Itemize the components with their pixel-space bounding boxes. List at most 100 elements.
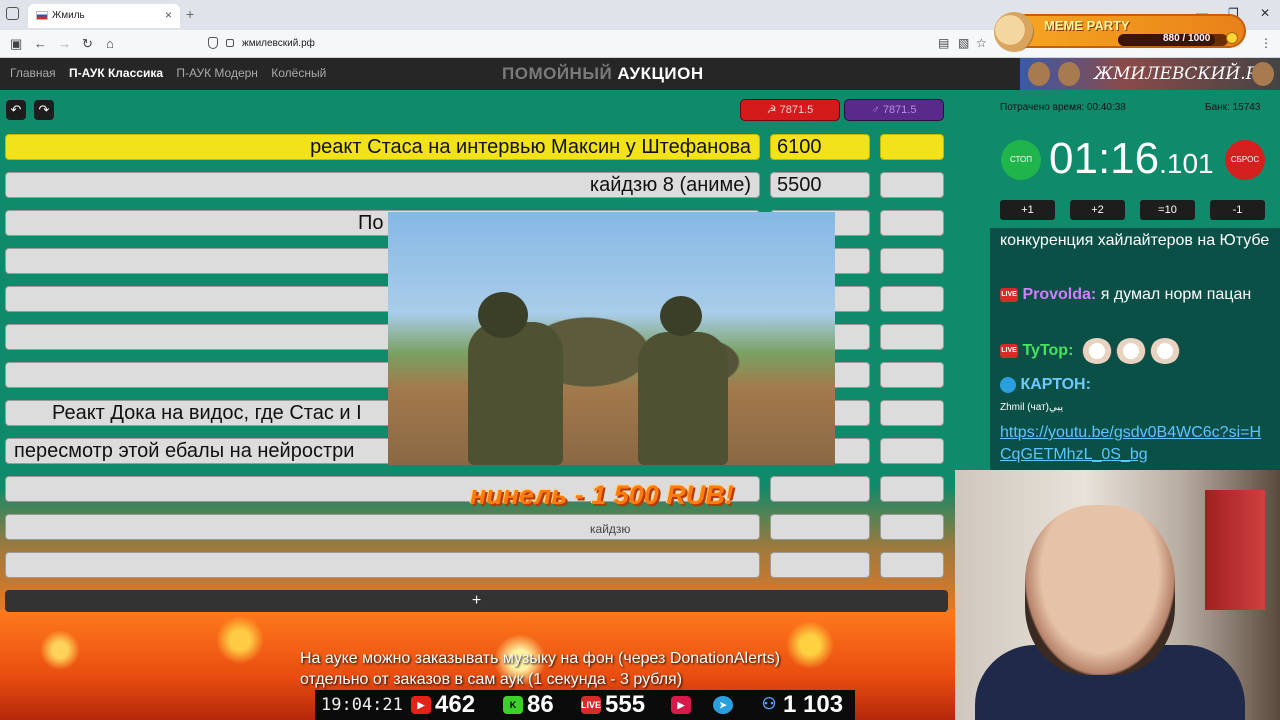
live-badge-icon: LIVE: [1000, 287, 1018, 302]
lot-title[interactable]: [5, 552, 760, 578]
redo-button[interactable]: ↷: [34, 100, 54, 120]
undo-button[interactable]: ↶: [6, 100, 26, 120]
nav-classic[interactable]: П-АУК Классика: [69, 66, 163, 80]
site-title-part2: АУКЦИОН: [617, 64, 704, 83]
stream-stats-bar: 19:04:21 ▶ 462 K 86 LIVE 555 ▶ ➤ ⚇ 1 103: [315, 690, 855, 720]
add-2-min-button[interactable]: +2: [1070, 200, 1125, 220]
reload-icon[interactable]: ↻: [82, 36, 93, 52]
cat-image-icon: [1058, 62, 1080, 86]
lot-title[interactable]: кайдзю 8 (аниме): [5, 172, 760, 198]
chat-source: Zhmil (чат)يبي: [1000, 402, 1064, 413]
emote-icon: [1081, 338, 1112, 364]
meme-party-count: 880 / 1000: [1163, 33, 1211, 44]
lot-title[interactable]: реакт Стаса на интервью Максин у Штефано…: [5, 134, 760, 160]
add-1-min-button[interactable]: +1: [1000, 200, 1055, 220]
emote-icon: [1115, 338, 1146, 364]
stop-button[interactable]: СТОП: [1001, 140, 1041, 180]
music-note-line1: На ауке можно заказывать музыку на фон (…: [300, 650, 781, 667]
chat-link[interactable]: https://youtu.be/gsdv0B4WC6c?si=HCqGETMh…: [1000, 422, 1270, 466]
lot-add-amount-input[interactable]: [880, 286, 944, 312]
address-bar[interactable]: жмилевский.рф: [200, 33, 990, 55]
timer-red-pill[interactable]: ☭ 7871.5: [740, 99, 840, 121]
chat-message: LIVE Provolda: я думал норм пацан: [1000, 284, 1270, 306]
timer-panel: Потрачено время: 00:40:38 Банк: 15743 СТ…: [955, 90, 1280, 720]
chat-message: конкуренция хайлайтеров на Ютубе: [1000, 232, 1270, 249]
tab-list-icon[interactable]: [6, 7, 19, 20]
lot-add-amount-input[interactable]: [880, 324, 944, 350]
new-tab-button[interactable]: +: [186, 6, 194, 22]
browser-tab[interactable]: Жмиль ×: [28, 4, 180, 28]
nav-modern[interactable]: П-АУК Модерн: [176, 66, 258, 80]
kick-viewers: 86: [527, 691, 554, 718]
lot-amount[interactable]: [770, 514, 870, 540]
tab-close-icon[interactable]: ×: [165, 8, 172, 22]
lot-add-amount-input[interactable]: [880, 552, 944, 578]
video-figure: [468, 322, 563, 465]
vk-live-icon: LIVE: [581, 696, 601, 714]
add-lot-button[interactable]: +: [5, 590, 948, 612]
donation-message: кайдзю: [590, 522, 631, 536]
bookmark-star-icon[interactable]: ☆: [976, 36, 987, 50]
forward-icon[interactable]: →: [58, 36, 71, 51]
user-icon: ⚇: [761, 696, 777, 713]
telegram-icon: ➤: [713, 696, 733, 714]
menu-icon[interactable]: ⋮: [1260, 36, 1272, 50]
clock: 19:04:21: [321, 695, 403, 715]
streamer-figure: [1025, 505, 1175, 675]
lock-icon[interactable]: [226, 39, 234, 47]
auction-timer: 01:16.101: [1049, 134, 1214, 184]
lot-add-amount-input[interactable]: [880, 400, 944, 426]
lot-add-amount-input[interactable]: [880, 476, 944, 502]
url-text[interactable]: жмилевский.рф: [242, 38, 315, 49]
donation-alert: нинель - 1 500 RUB!: [470, 480, 734, 510]
lot-amount[interactable]: 5500: [770, 172, 870, 198]
live-badge-icon: LIVE: [1000, 344, 1018, 358]
video-figure: [660, 296, 702, 336]
coin-icon: [1226, 32, 1238, 44]
lot-amount[interactable]: [770, 552, 870, 578]
lot-add-amount-input[interactable]: [880, 248, 944, 274]
home-icon[interactable]: ⌂: [106, 36, 114, 51]
reader-mode-icon[interactable]: ▤: [938, 36, 949, 50]
screenshot-icon[interactable]: ▧: [958, 36, 969, 50]
video-figure: [638, 332, 728, 465]
kick-icon: K: [503, 696, 523, 714]
set-10-min-button[interactable]: =10: [1140, 200, 1195, 220]
chat-username: TyTop:: [1022, 342, 1074, 360]
time-spent: Потрачено время: 00:40:38: [1000, 102, 1126, 113]
nav-home[interactable]: Главная: [10, 66, 56, 80]
back-icon[interactable]: ←: [34, 36, 47, 51]
sidebar-toggle-icon[interactable]: ▣: [10, 36, 22, 52]
timer-main: 01:16: [1049, 134, 1160, 183]
lot-amount[interactable]: 6100: [770, 134, 870, 160]
lot-add-amount-input[interactable]: [880, 172, 944, 198]
lot-add-amount-input[interactable]: [880, 438, 944, 464]
meme-party-title: MEME PARTY: [1044, 18, 1130, 33]
lot-add-amount-input[interactable]: [880, 134, 944, 160]
chat-username: КАРТОН:: [1020, 376, 1091, 393]
lot-amount[interactable]: [770, 476, 870, 502]
doge-icon: [994, 12, 1034, 52]
reset-button[interactable]: СБРОС: [1225, 140, 1265, 180]
chat-message: LIVE TyTop:: [1000, 338, 1180, 364]
video-overlay[interactable]: [388, 212, 835, 465]
screen: Жмиль × + — ❐ ✕ ▣ ← → ↻ ⌂ жмилевский.рф …: [0, 0, 1280, 720]
total-viewers: 1 103: [783, 691, 844, 718]
music-note: На ауке можно заказывать музыку на фон (…: [300, 648, 780, 690]
lot-add-amount-input[interactable]: [880, 210, 944, 236]
meme-party-widget: MEME PARTY 880 / 1000: [994, 12, 1246, 52]
timer-purple-pill[interactable]: ♂ 7871.5: [844, 99, 944, 121]
youtube-icon: ▶: [411, 696, 431, 714]
webcam-feed: [955, 470, 1280, 720]
lot-add-amount-input[interactable]: [880, 362, 944, 388]
lot-title[interactable]: [5, 514, 760, 540]
site-title: ПОМОЙНЫЙ АУКЦИОН: [502, 64, 704, 84]
lot-add-amount-input[interactable]: [880, 514, 944, 540]
chat-text: я думал норм пацан: [1100, 286, 1252, 303]
shield-icon[interactable]: [208, 37, 218, 49]
vk-viewers: 555: [605, 691, 646, 718]
nav-wheel[interactable]: Колёсный: [271, 66, 326, 80]
youtube-viewers: 462: [435, 691, 476, 718]
close-window-icon[interactable]: ✕: [1260, 6, 1270, 20]
sub-1-min-button[interactable]: -1: [1210, 200, 1265, 220]
